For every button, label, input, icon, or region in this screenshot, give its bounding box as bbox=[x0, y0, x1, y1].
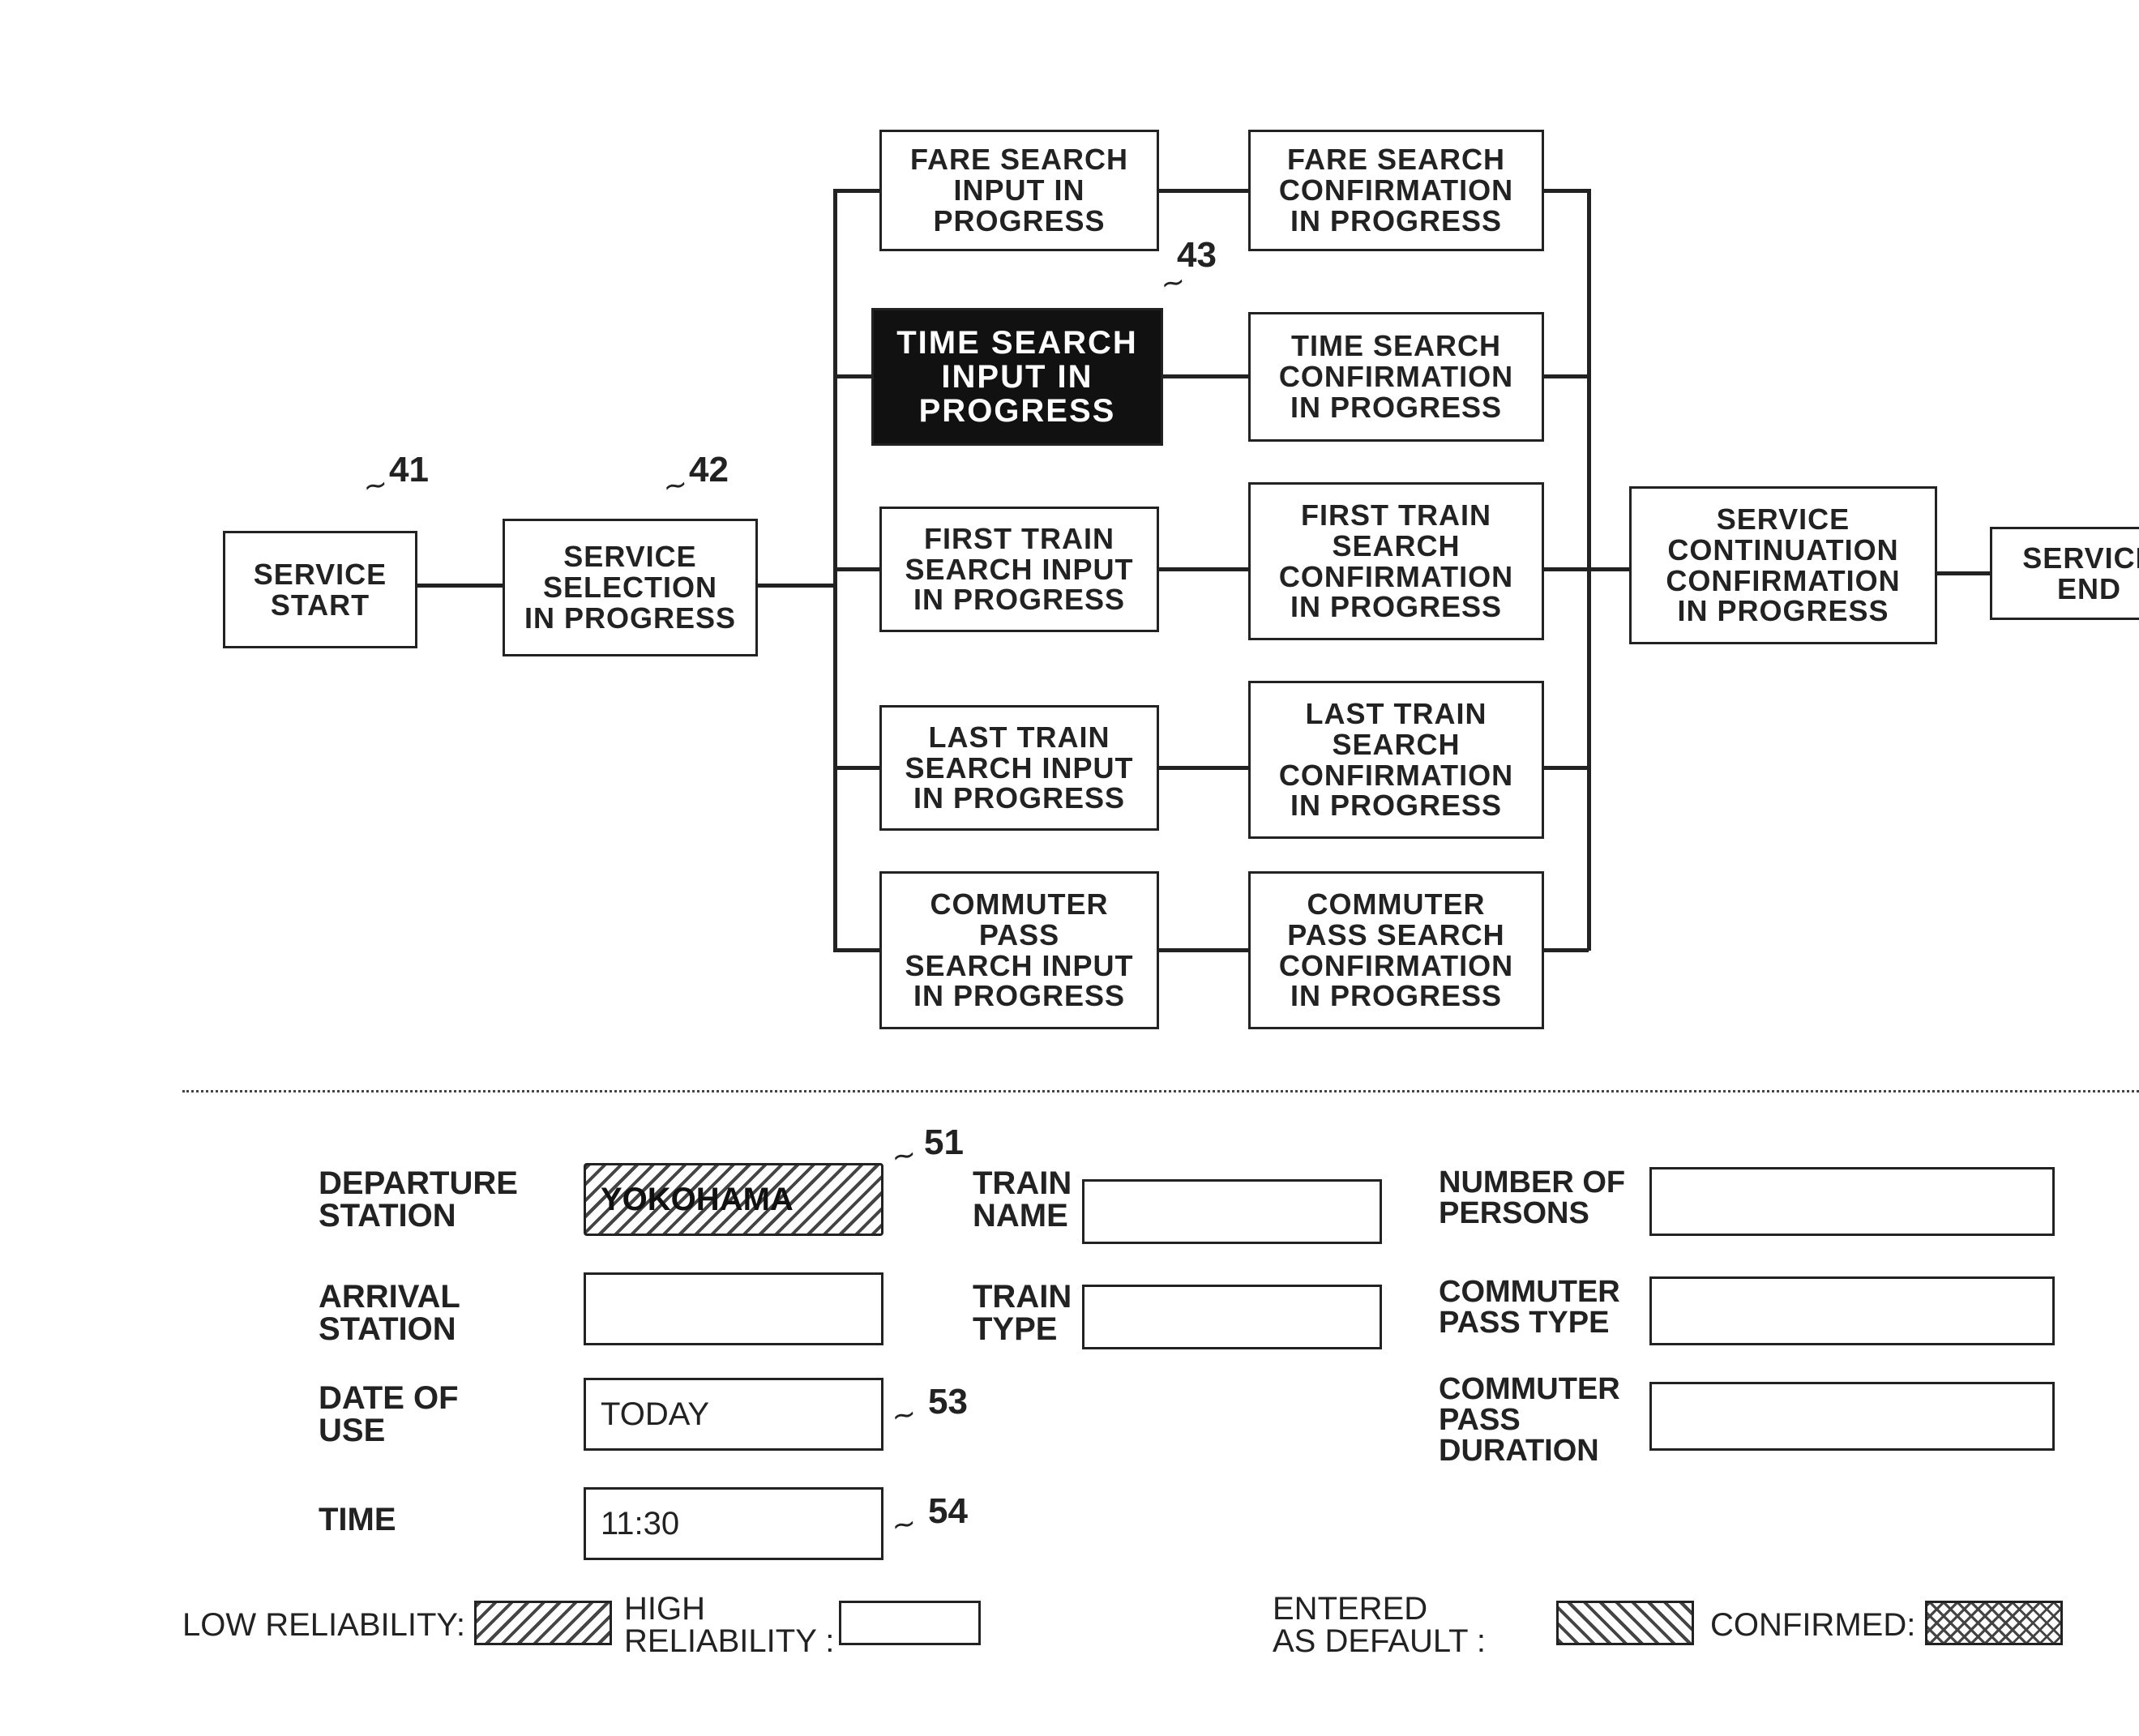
value-time: 11:30 bbox=[601, 1506, 679, 1542]
ref-51: 51 bbox=[924, 1122, 964, 1163]
conn bbox=[1937, 571, 1990, 575]
ref-54: 54 bbox=[928, 1491, 968, 1532]
node-first-input: FIRST TRAIN SEARCH INPUT IN PROGRESS bbox=[879, 507, 1159, 632]
field-arrival-station[interactable] bbox=[584, 1272, 883, 1345]
field-train-type[interactable] bbox=[1082, 1285, 1382, 1349]
legend-confirmed-label: CONFIRMED: bbox=[1710, 1609, 1915, 1641]
conn bbox=[1159, 567, 1248, 571]
field-commuter-type[interactable] bbox=[1649, 1276, 2055, 1345]
label-commuter-type: COMMUTER PASS TYPE bbox=[1439, 1276, 1620, 1338]
field-departure-station[interactable]: YOKOHAMA bbox=[584, 1163, 883, 1236]
legend-low-reliability-label: LOW RELIABILITY: bbox=[182, 1609, 465, 1641]
node-fare-confirm: FARE SEARCH CONFIRMATION IN PROGRESS bbox=[1248, 130, 1544, 251]
node-time-input-selected: TIME SEARCH INPUT IN PROGRESS bbox=[871, 308, 1163, 446]
field-commuter-duration[interactable] bbox=[1649, 1382, 2055, 1451]
conn bbox=[417, 584, 503, 588]
node-last-confirm: LAST TRAIN SEARCH CONFIRMATION IN PROGRE… bbox=[1248, 681, 1544, 839]
label-departure-station: DEPARTURE STATION bbox=[319, 1167, 518, 1232]
field-time[interactable]: 11:30 bbox=[584, 1487, 883, 1560]
node-service-continuation: SERVICE CONTINUATION CONFIRMATION IN PRO… bbox=[1629, 486, 1937, 644]
swatch-entered-default bbox=[1556, 1601, 1694, 1645]
label-number-persons: NUMBER OF PERSONS bbox=[1439, 1167, 1625, 1229]
node-commuter-input: COMMUTER PASS SEARCH INPUT IN PROGRESS bbox=[879, 871, 1159, 1029]
value-date-of-use: TODAY bbox=[601, 1396, 709, 1433]
conn bbox=[1587, 189, 1591, 951]
node-fare-input: FARE SEARCH INPUT IN PROGRESS bbox=[879, 130, 1159, 251]
legend-high-reliability-label: HIGH RELIABILITY : bbox=[624, 1593, 834, 1657]
label-commuter-duration: COMMUTER PASS DURATION bbox=[1439, 1374, 1620, 1466]
conn bbox=[1544, 189, 1589, 193]
squiggle-icon: ∼ bbox=[361, 467, 391, 505]
field-number-persons[interactable] bbox=[1649, 1167, 2055, 1236]
conn bbox=[758, 584, 835, 588]
swatch-high-reliability bbox=[839, 1601, 981, 1645]
node-service-start: SERVICE START bbox=[223, 531, 417, 648]
conn bbox=[1544, 948, 1589, 952]
label-train-type: TRAIN TYPE bbox=[973, 1281, 1072, 1345]
label-arrival-station: ARRIVAL STATION bbox=[319, 1281, 460, 1345]
ref-41: 41 bbox=[389, 450, 429, 490]
conn bbox=[1159, 766, 1248, 770]
swatch-confirmed bbox=[1925, 1601, 2063, 1645]
conn bbox=[1544, 374, 1589, 378]
conn bbox=[1159, 948, 1248, 952]
conn bbox=[833, 766, 879, 770]
ref-42: 42 bbox=[689, 450, 729, 490]
diagram-page: SERVICE START SERVICE SELECTION IN PROGR… bbox=[0, 0, 2139, 1736]
value-departure-station: YOKOHAMA bbox=[601, 1182, 794, 1218]
squiggle-icon: ∼ bbox=[889, 1506, 919, 1544]
swatch-low-reliability bbox=[474, 1601, 612, 1645]
node-last-input: LAST TRAIN SEARCH INPUT IN PROGRESS bbox=[879, 705, 1159, 831]
label-date-of-use: DATE OF USE bbox=[319, 1382, 459, 1447]
conn bbox=[1159, 189, 1248, 193]
conn bbox=[1163, 374, 1248, 378]
conn bbox=[833, 567, 879, 571]
field-date-of-use[interactable]: TODAY bbox=[584, 1378, 883, 1451]
legend-entered-default-label: ENTERED AS DEFAULT : bbox=[1273, 1593, 1486, 1657]
node-commuter-confirm: COMMUTER PASS SEARCH CONFIRMATION IN PRO… bbox=[1248, 871, 1544, 1029]
label-time: TIME bbox=[319, 1503, 396, 1536]
conn bbox=[1544, 766, 1589, 770]
conn bbox=[833, 189, 879, 193]
node-service-selection: SERVICE SELECTION IN PROGRESS bbox=[503, 519, 758, 656]
node-first-confirm: FIRST TRAIN SEARCH CONFIRMATION IN PROGR… bbox=[1248, 482, 1544, 640]
squiggle-icon: ∼ bbox=[889, 1396, 919, 1435]
divider bbox=[182, 1090, 2139, 1092]
conn bbox=[833, 374, 871, 378]
conn bbox=[833, 948, 879, 952]
squiggle-icon: ∼ bbox=[661, 467, 691, 505]
node-service-end: SERVICE END bbox=[1990, 527, 2139, 620]
node-time-confirm: TIME SEARCH CONFIRMATION IN PROGRESS bbox=[1248, 312, 1544, 442]
ref-43: 43 bbox=[1177, 235, 1217, 276]
ref-53: 53 bbox=[928, 1382, 968, 1422]
squiggle-icon: ∼ bbox=[889, 1137, 919, 1175]
label-train-name: TRAIN NAME bbox=[973, 1167, 1072, 1232]
field-train-name[interactable] bbox=[1082, 1179, 1382, 1244]
